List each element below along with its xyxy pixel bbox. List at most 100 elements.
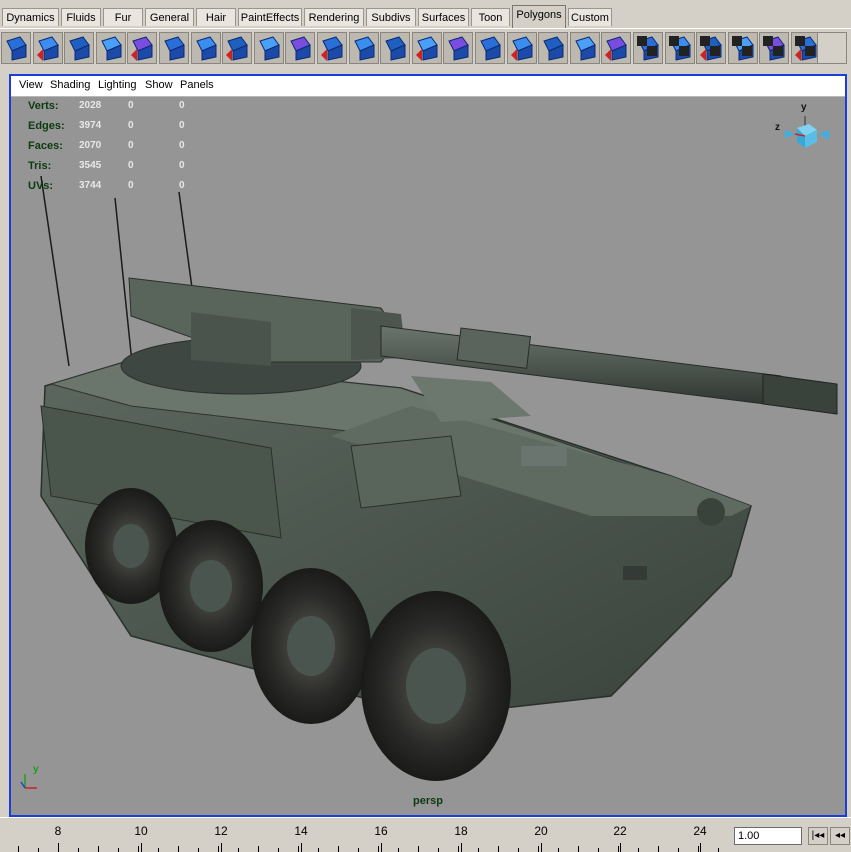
flip-uvs-icon[interactable] (696, 32, 727, 64)
timeline-tick (538, 846, 539, 852)
automatic-mapping-icon[interactable] (443, 32, 474, 64)
timeline-tick (218, 846, 219, 852)
uv-texture-editor-icon[interactable] (759, 32, 790, 64)
timeline-tick (438, 848, 439, 852)
shelf-tab-custom[interactable]: Custom (568, 8, 612, 26)
step-back-button[interactable]: |◂◂ (808, 827, 828, 845)
append-polygon-icon[interactable] (253, 32, 284, 64)
empty-shelf-slot[interactable] (817, 32, 847, 64)
wedge-face-icon[interactable] (222, 32, 253, 64)
timeline-tick (178, 846, 179, 852)
shelf-tab-painteffects[interactable]: PaintEffects (238, 8, 302, 26)
view-cube-y-label: y (801, 102, 807, 113)
timeline-tick (398, 848, 399, 852)
timeline-frame-label: 20 (534, 824, 548, 838)
hud-value: 3545 (79, 160, 102, 171)
polygon-sphere-icon[interactable] (1, 32, 31, 64)
hud-label: Edges: (28, 120, 65, 132)
shelf-tab-fluids[interactable]: Fluids (61, 8, 101, 26)
timeline-tick (518, 848, 519, 852)
shelf-tab-toon[interactable]: Toon (471, 8, 510, 26)
spherical-mapping-icon[interactable] (411, 32, 442, 64)
timeline-tick (618, 846, 619, 852)
shelf-tab-fur[interactable]: Fur (103, 8, 143, 26)
cylindrical-mapping-icon[interactable] (380, 32, 411, 64)
shelf-tool-row (0, 28, 851, 69)
timeline-tick (578, 846, 579, 852)
timeline-tick (78, 848, 79, 852)
collapse-icon[interactable] (506, 32, 537, 64)
planar-mapping-icon[interactable] (348, 32, 379, 64)
shelf-tab-hair[interactable]: Hair (196, 8, 236, 26)
timeline-tick (198, 848, 199, 852)
timeline-tick (298, 846, 299, 852)
timeline-tick (558, 848, 559, 852)
time-slider[interactable]: 1.00 |◂◂ ◂◂ 8 10 12 14 16 18 20 22 24 (0, 817, 851, 852)
timeline-frame-label: 16 (374, 824, 388, 838)
hud-label: UVs: (28, 180, 54, 192)
timeline-tick (478, 848, 479, 852)
unfold-uvs-icon[interactable] (727, 32, 758, 64)
timeline-tick (698, 846, 699, 852)
shelf-tab-subdivs[interactable]: Subdivs (366, 8, 416, 26)
poke-face-icon[interactable] (285, 32, 316, 64)
sew-uvs-icon[interactable] (633, 32, 663, 64)
camera-name-label: persp (413, 795, 443, 807)
shelf-tab-polygons[interactable]: Polygons (512, 5, 566, 28)
hud-value: 0 (128, 140, 134, 151)
current-frame-field[interactable]: 1.00 (734, 827, 802, 845)
hud-label: Tris: (28, 160, 52, 172)
timeline-tick (338, 846, 339, 852)
hud-value: 0 (128, 120, 134, 131)
shelf-tab-rendering[interactable]: Rendering (304, 8, 364, 26)
shelf-tab-dynamics[interactable]: Dynamics (2, 8, 59, 26)
shelf-tab-surfaces[interactable]: Surfaces (418, 8, 469, 26)
create-uvs-icon[interactable] (475, 32, 505, 64)
split-polygon-icon[interactable] (32, 32, 63, 64)
timeline-tick (678, 848, 679, 852)
timeline-tick (318, 848, 319, 852)
timeline-frame-label: 10 (134, 824, 148, 838)
hud-value: 2070 (79, 140, 102, 151)
timeline-tick (458, 846, 459, 852)
keep-faces-together-icon[interactable] (317, 32, 347, 64)
hud-label: Verts: (28, 100, 59, 112)
shelf-tab-bar: Dynamics Fluids Fur General Hair PaintEffects… (0, 0, 851, 28)
extrude-face-icon[interactable] (159, 32, 189, 64)
smooth-proxy-icon[interactable] (127, 32, 158, 64)
timeline-frame-label: 8 (54, 824, 62, 838)
timeline-tick (378, 846, 379, 852)
timeline-tick (18, 846, 19, 852)
timeline-tick (118, 848, 119, 852)
cut-uvs-icon[interactable] (601, 32, 632, 64)
axis-gizmo: y (19, 764, 49, 792)
bevel-icon[interactable] (95, 32, 126, 64)
timeline-tick (638, 848, 639, 852)
timeline-tick (98, 846, 99, 852)
timeline-frame-label: 18 (454, 824, 468, 838)
perspective-viewport[interactable]: View Shading Lighting Show Panels Verts:… (9, 74, 847, 817)
play-back-button[interactable]: ◂◂ (830, 827, 850, 845)
layout-uvs-icon[interactable] (664, 32, 695, 64)
view-cube[interactable]: y z (775, 102, 835, 158)
extract-icon[interactable] (538, 32, 569, 64)
hud-value: 0 (179, 120, 185, 131)
hud-value: 3974 (79, 120, 102, 131)
timeline-frame-label: 22 (613, 824, 627, 838)
split-edge-icon[interactable] (190, 32, 221, 64)
hud-value: 3744 (79, 180, 102, 191)
timeline-tick (498, 846, 499, 852)
hud-value: 0 (179, 160, 185, 171)
timeline-tick (258, 846, 259, 852)
hud-value: 0 (179, 180, 185, 191)
view-cube-z-label: z (775, 122, 780, 133)
move-component-icon[interactable] (569, 32, 600, 64)
timeline-frame-label: 24 (693, 824, 707, 838)
shelf-tab-general[interactable]: General (145, 8, 194, 26)
timeline-tick (138, 846, 139, 852)
antenna-right (178, 191, 193, 289)
timeline-tick (158, 848, 159, 852)
axis-y-label: y (33, 764, 39, 775)
merge-vertices-icon[interactable] (64, 32, 95, 64)
timeline-tick (598, 848, 599, 852)
